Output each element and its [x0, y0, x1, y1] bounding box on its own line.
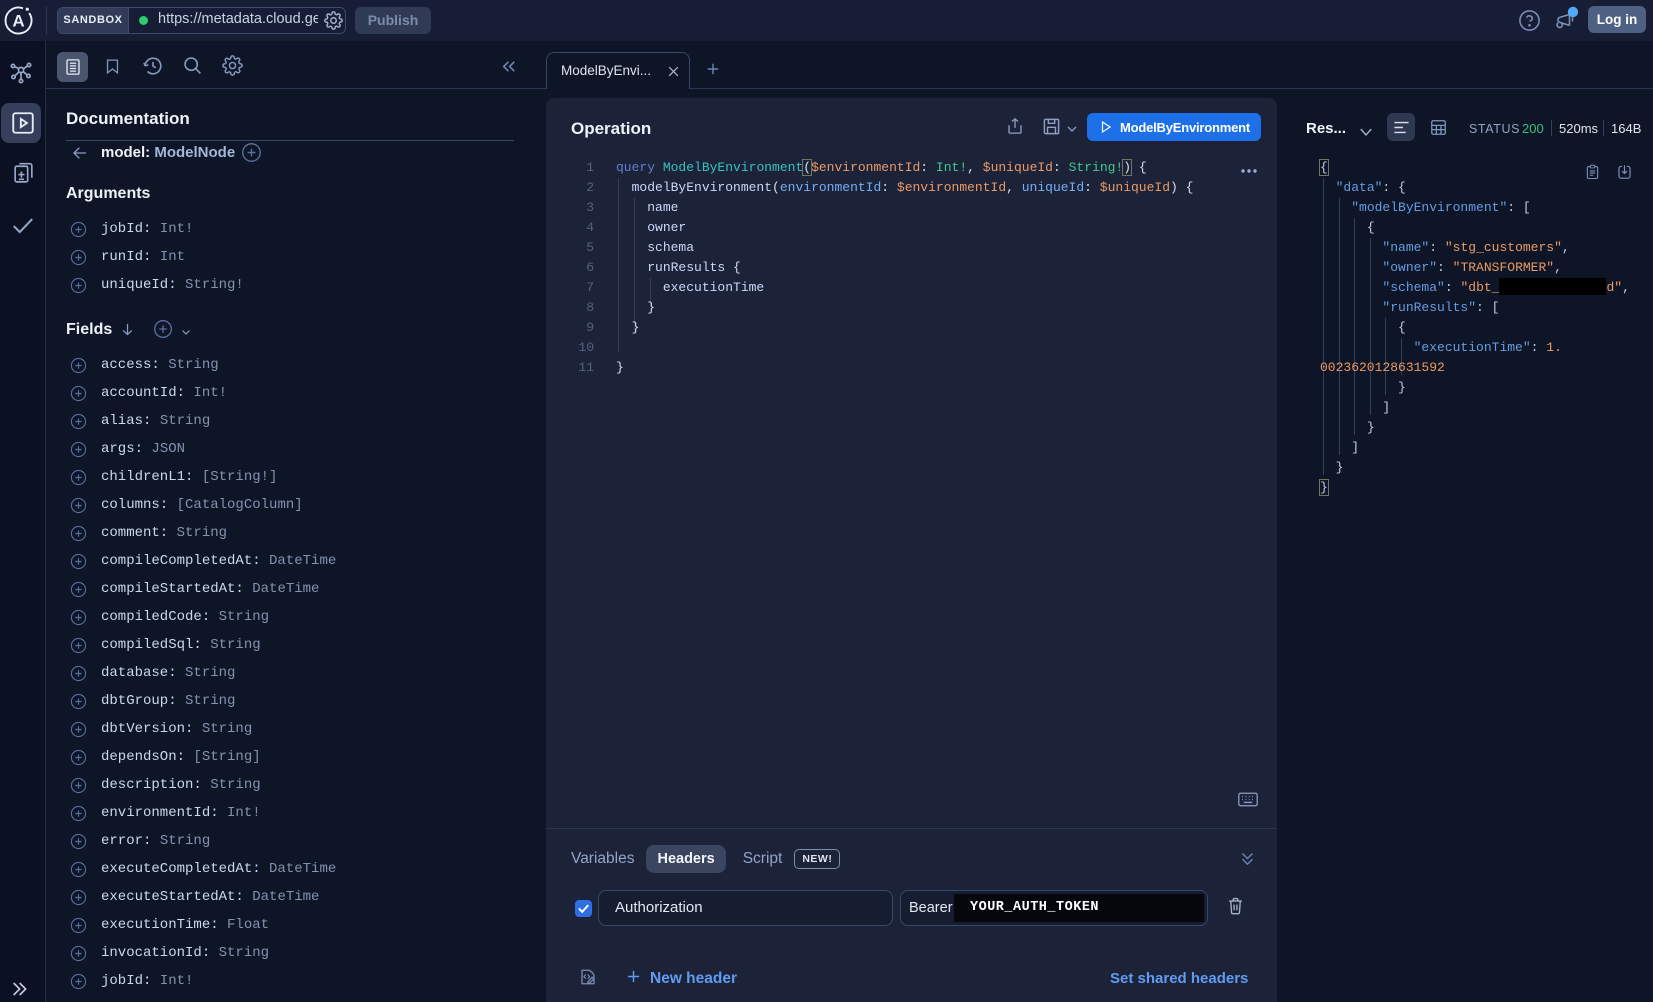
svg-text:A: A — [12, 12, 24, 31]
